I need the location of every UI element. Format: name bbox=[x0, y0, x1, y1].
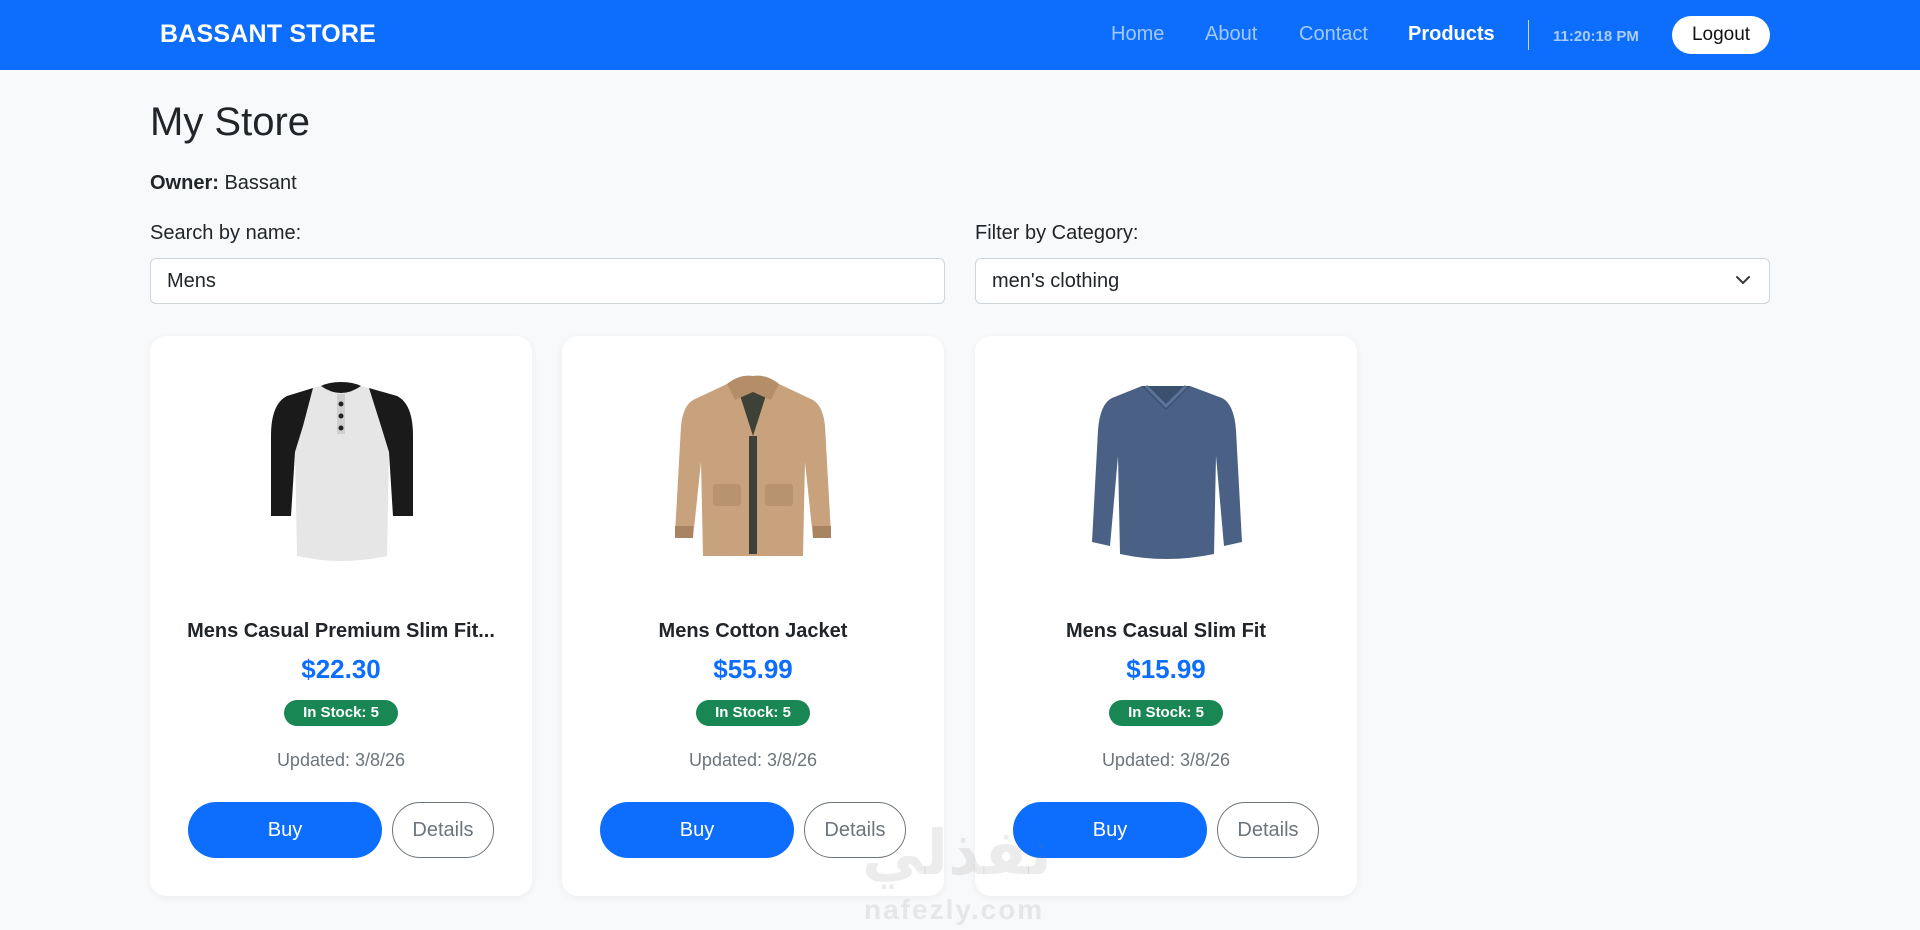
product-card: Mens Casual Premium Slim Fit... $22.30 I… bbox=[150, 336, 532, 896]
clock-display: 11:20:18 PM bbox=[1553, 28, 1639, 45]
stock-badge: In Stock: 5 bbox=[1109, 700, 1223, 726]
watermark-url: nafezly.com bbox=[864, 894, 1045, 925]
buy-button[interactable]: Buy bbox=[1013, 802, 1207, 858]
product-card: Mens Cotton Jacket $55.99 In Stock: 5 Up… bbox=[562, 336, 944, 896]
chevron-down-icon bbox=[1736, 276, 1750, 284]
details-button[interactable]: Details bbox=[392, 802, 494, 858]
product-price: $15.99 bbox=[1126, 654, 1206, 684]
updated-date: Updated: 3/8/26 bbox=[688, 750, 818, 770]
search-label: Search by name: bbox=[150, 222, 302, 244]
nav-divider bbox=[1528, 20, 1529, 50]
nav-link-contact[interactable]: Contact bbox=[1299, 23, 1368, 46]
filter-label: Filter by Category: bbox=[975, 222, 1139, 244]
long-sleeve-tshirt-icon bbox=[1092, 384, 1242, 559]
nav-link-home[interactable]: Home bbox=[1111, 23, 1164, 46]
search-input[interactable] bbox=[150, 258, 945, 304]
top-navbar: BASSANT STORE Home About Contact Product… bbox=[0, 0, 1920, 70]
owner-name: Bassant bbox=[224, 172, 297, 194]
logout-button[interactable]: Logout bbox=[1672, 16, 1770, 54]
product-card: Mens Casual Slim Fit $15.99 In Stock: 5 … bbox=[975, 336, 1357, 896]
owner-label: Owner: bbox=[150, 172, 219, 194]
nav-link-about[interactable]: About bbox=[1205, 23, 1257, 46]
page-title: My Store bbox=[150, 100, 311, 144]
details-button[interactable]: Details bbox=[1217, 802, 1319, 858]
updated-date: Updated: 3/8/26 bbox=[276, 750, 406, 770]
owner-line: Owner: Bassant bbox=[150, 172, 297, 195]
cotton-jacket-icon bbox=[675, 375, 831, 556]
product-title[interactable]: Mens Casual Premium Slim Fit... bbox=[150, 620, 532, 643]
product-price: $55.99 bbox=[713, 654, 793, 684]
product-title[interactable]: Mens Casual Slim Fit bbox=[975, 620, 1357, 643]
raglan-henley-shirt-icon bbox=[271, 382, 413, 561]
updated-date: Updated: 3/8/26 bbox=[1101, 750, 1231, 770]
stock-badge: In Stock: 5 bbox=[696, 700, 810, 726]
buy-button[interactable]: Buy bbox=[188, 802, 382, 858]
product-price: $22.30 bbox=[301, 654, 381, 684]
category-selected-value: men's clothing bbox=[992, 270, 1120, 292]
stock-badge: In Stock: 5 bbox=[284, 700, 398, 726]
buy-button[interactable]: Buy bbox=[600, 802, 794, 858]
product-title[interactable]: Mens Cotton Jacket bbox=[562, 620, 944, 643]
details-button[interactable]: Details bbox=[804, 802, 906, 858]
nav-link-products[interactable]: Products bbox=[1408, 23, 1495, 46]
category-select[interactable]: men's clothing bbox=[975, 258, 1770, 304]
